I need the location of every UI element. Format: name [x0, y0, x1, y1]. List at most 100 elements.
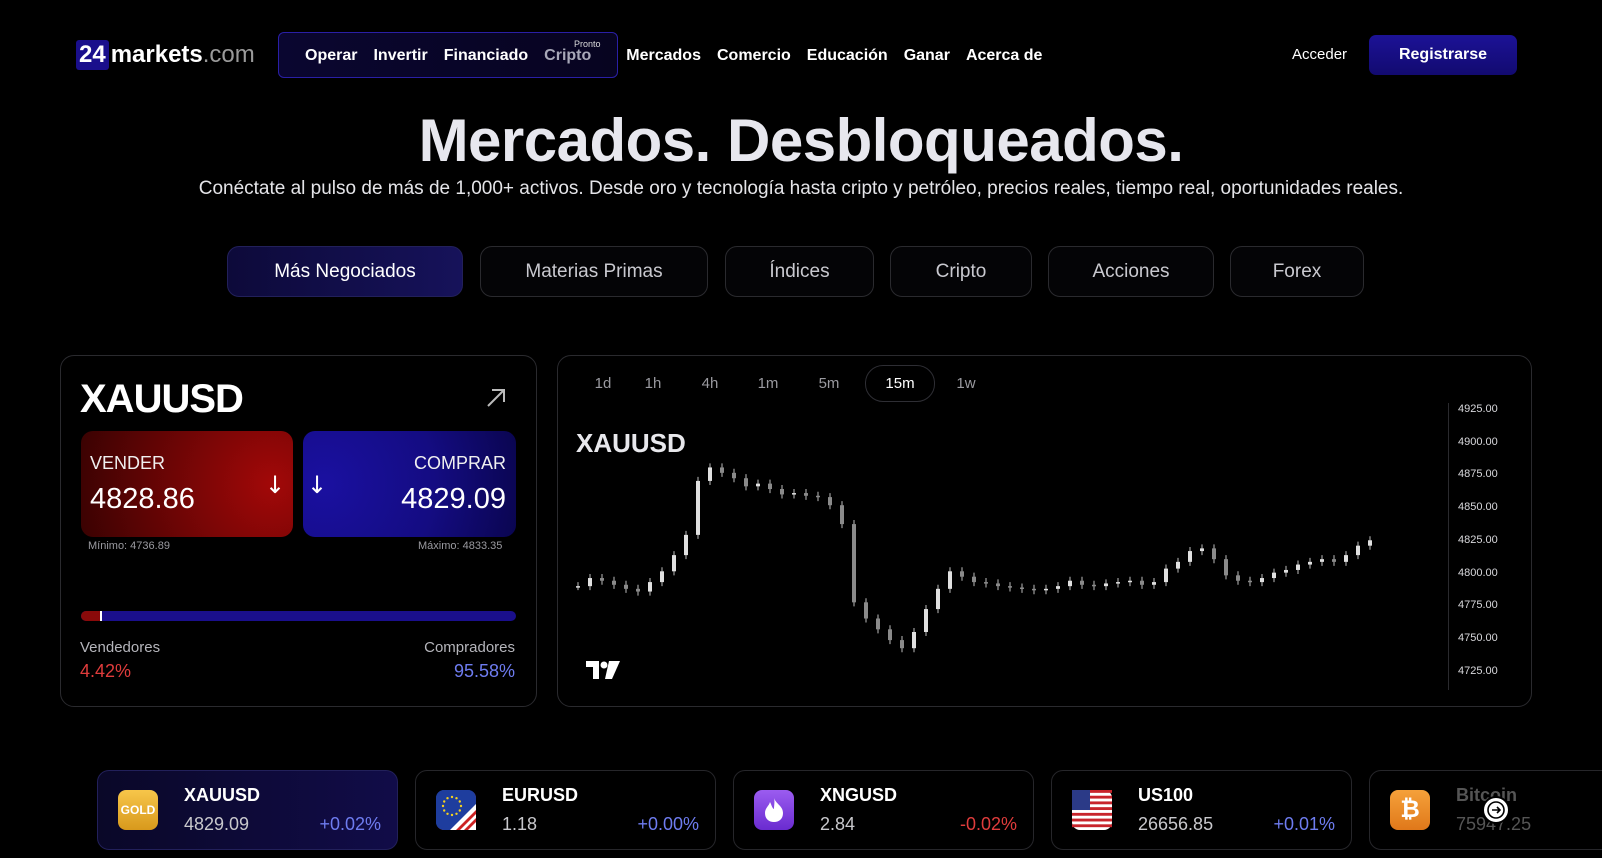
candle-body: [588, 578, 592, 587]
tab-mas-negociados[interactable]: Más Negociados: [227, 246, 463, 297]
sentiment-sellers-fill: [81, 611, 101, 621]
tab-forex[interactable]: Forex: [1230, 246, 1364, 297]
top-navigation: 24 markets .com Operar Invertir Financia…: [0, 0, 1602, 110]
candle-body: [948, 571, 952, 589]
ticker-name: EURUSD: [502, 785, 579, 805]
timeframe-4h[interactable]: 4h: [684, 365, 736, 402]
candle-body: [924, 609, 928, 632]
tab-indices[interactable]: Índices: [725, 246, 874, 297]
candle-body: [1056, 586, 1060, 589]
tab-materias-primas[interactable]: Materias Primas: [480, 246, 708, 297]
signup-button[interactable]: Registrarse: [1369, 35, 1517, 75]
price-tick-label: 4825.00: [1458, 533, 1498, 546]
candle-body: [624, 584, 628, 589]
price-tick-label: 4800.00: [1458, 566, 1498, 579]
nav-item-operar[interactable]: Operar: [305, 47, 357, 65]
coming-soon-badge: Pronto: [574, 39, 601, 49]
carousel-next-button[interactable]: [1482, 796, 1510, 824]
bitcoin-icon: ₿: [1390, 790, 1430, 830]
login-link[interactable]: Acceder: [1292, 46, 1347, 63]
candle-body: [1248, 580, 1252, 583]
candle-body: [1032, 588, 1036, 591]
candle-body: [1236, 575, 1240, 581]
external-link-icon[interactable]: [484, 386, 508, 410]
timeframe-15m[interactable]: 15m: [865, 365, 935, 402]
candle-body: [1296, 564, 1300, 570]
ticker-name: XNGUSD: [820, 785, 898, 805]
nav-item-financiado[interactable]: Financiado: [444, 47, 528, 65]
timeframe-1m[interactable]: 1m: [742, 365, 794, 402]
candle-body: [768, 483, 772, 490]
sentiment-bar: [81, 611, 516, 621]
price-tick-label: 4850.00: [1458, 501, 1498, 514]
candle-body: [792, 493, 796, 495]
price-axis-line: [1448, 403, 1449, 690]
ticker-change: +0.00%: [637, 814, 699, 834]
logo[interactable]: 24 markets .com: [76, 39, 255, 71]
eu-us-flag-icon: [436, 790, 476, 830]
ticker-card[interactable]: US100 26656.85 +0.01%: [1051, 770, 1352, 850]
candle-body: [1008, 586, 1012, 588]
buyers-label: Compradores: [424, 639, 515, 656]
candle-body: [744, 478, 748, 487]
price-chart[interactable]: [570, 400, 1440, 690]
ticker-price: 1.18: [502, 814, 538, 834]
sell-button[interactable]: VENDER 4828.86 ↓: [81, 431, 293, 537]
sell-price: 4828.86: [90, 483, 195, 515]
candle-body: [1212, 548, 1216, 560]
arrow-right-icon: [1487, 801, 1505, 819]
timeframe-1d[interactable]: 1d: [574, 365, 632, 402]
ticker-card[interactable]: GOLD XAUUSD 4829.09 +0.02%: [97, 770, 398, 850]
candle-body: [672, 555, 676, 572]
candle-body: [1020, 587, 1024, 589]
nav-item-educacion[interactable]: Educación: [807, 47, 888, 65]
candle-body: [1356, 545, 1360, 556]
ticker-card[interactable]: EURUSD 1.18 +0.00%: [415, 770, 716, 850]
us-flag-icon: [1072, 790, 1112, 830]
nav-item-mercados[interactable]: Mercados: [626, 47, 701, 65]
candle-body: [1104, 583, 1108, 587]
ticker-name: XAUUSD: [184, 785, 261, 805]
candle-body: [1176, 561, 1180, 569]
candle-body: [960, 571, 964, 577]
hero-subtitle: Conéctate al pulso de más de 1,000+ acti…: [198, 178, 1404, 199]
candle-body: [648, 582, 652, 592]
candle-body: [996, 583, 1000, 587]
tab-cripto[interactable]: Cripto: [890, 246, 1032, 297]
candle-body: [1260, 578, 1264, 583]
candle-body: [636, 588, 640, 592]
sentiment-marker: [100, 611, 103, 621]
candle-body: [864, 602, 868, 619]
candle-body: [1224, 559, 1228, 576]
ticker-price: 2.84: [820, 814, 856, 834]
buy-button[interactable]: ↓ COMPRAR 4829.09: [303, 431, 516, 537]
candle-body: [1344, 555, 1348, 562]
sell-arrow-down-icon: ↓: [265, 471, 286, 499]
ticker-price: 26656.85: [1138, 814, 1214, 834]
candle-body: [1200, 548, 1204, 552]
logo-tld: .com: [202, 41, 255, 68]
timeframe-5m[interactable]: 5m: [802, 365, 856, 402]
nav-item-ganar[interactable]: Ganar: [904, 47, 950, 65]
candle-body: [816, 495, 820, 498]
ticker-card[interactable]: XNGUSD 2.84 -0.02%: [733, 770, 1034, 850]
hero-title: Mercados. Desbloqueados.: [418, 107, 1184, 174]
candle-body: [1092, 584, 1096, 587]
ticker-change: +0.02%: [319, 814, 381, 834]
candle-body: [780, 489, 784, 495]
timeframe-1h[interactable]: 1h: [630, 365, 676, 402]
flame-icon: [754, 790, 794, 830]
nav-item-comercio[interactable]: Comercio: [717, 47, 791, 65]
price-tick-label: 4875.00: [1458, 468, 1498, 481]
timeframe-1w[interactable]: 1w: [941, 365, 991, 402]
tab-acciones[interactable]: Acciones: [1048, 246, 1214, 297]
candle-body: [684, 534, 688, 556]
tradingview-logo[interactable]: [585, 659, 621, 681]
nav-item-cripto[interactable]: Cripto: [544, 47, 591, 65]
logo-name: markets: [110, 41, 203, 68]
candle-body: [1152, 582, 1156, 585]
candle-body: [804, 493, 808, 496]
nav-item-acerca-de[interactable]: Acerca de: [966, 47, 1043, 65]
candle-body: [576, 586, 580, 588]
nav-item-invertir[interactable]: Invertir: [373, 47, 427, 65]
